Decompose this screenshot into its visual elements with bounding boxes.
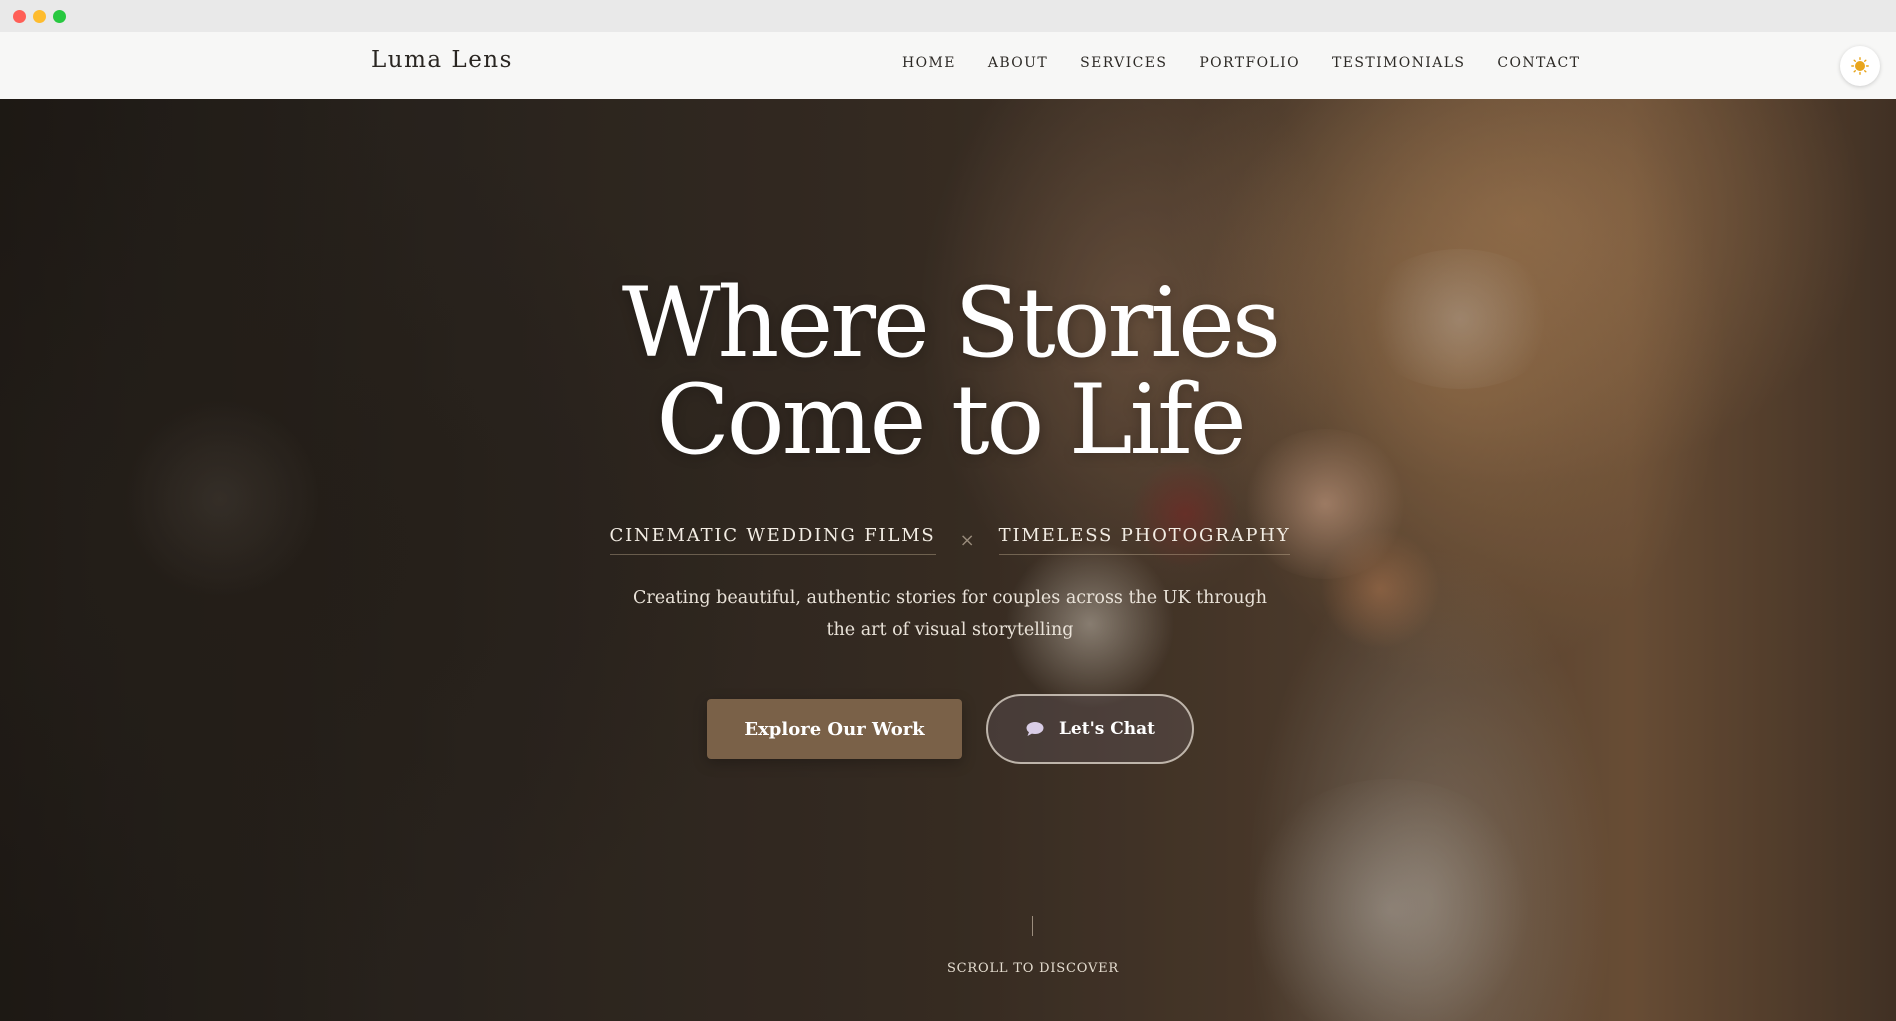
maximize-window-button[interactable] bbox=[53, 10, 66, 23]
nav-testimonials[interactable]: TESTIMONIALS bbox=[1332, 55, 1465, 71]
brand-logo[interactable]: Luma Lens bbox=[371, 47, 513, 73]
hero-subtitles: CINEMATIC WEDDING FILMS × TIMELESS PHOTO… bbox=[0, 525, 1896, 555]
hero-overlay bbox=[0, 99, 1896, 1021]
nav-contact[interactable]: CONTACT bbox=[1497, 55, 1580, 71]
nav-home[interactable]: HOME bbox=[902, 55, 956, 71]
theme-toggle-button[interactable] bbox=[1840, 46, 1880, 86]
close-window-button[interactable] bbox=[13, 10, 26, 23]
chat-bubble-icon bbox=[1026, 722, 1044, 736]
scroll-indicator-line bbox=[1032, 916, 1033, 936]
hero-description-line-2: the art of visual storytelling bbox=[826, 620, 1074, 640]
scroll-to-discover[interactable]: SCROLL TO DISCOVER bbox=[0, 961, 1896, 976]
window-titlebar bbox=[0, 0, 1896, 32]
minimize-window-button[interactable] bbox=[33, 10, 46, 23]
nav-about[interactable]: ABOUT bbox=[988, 55, 1048, 71]
lets-chat-button[interactable]: Let's Chat bbox=[986, 694, 1194, 764]
nav-portfolio[interactable]: PORTFOLIO bbox=[1199, 55, 1300, 71]
main-nav: HOME ABOUT SERVICES PORTFOLIO TESTIMONIA… bbox=[902, 55, 1580, 71]
hero-description: Creating beautiful, authentic stories fo… bbox=[0, 582, 1896, 646]
hero-title-line-1: Where Stories bbox=[621, 267, 1281, 379]
lets-chat-label: Let's Chat bbox=[1058, 719, 1156, 739]
explore-work-button[interactable]: Explore Our Work bbox=[707, 699, 962, 759]
hero-description-line-1: Creating beautiful, authentic stories fo… bbox=[632, 588, 1268, 608]
subtitle-films: CINEMATIC WEDDING FILMS bbox=[609, 525, 936, 555]
hero-section: Where Stories Come to Life CINEMATIC WED… bbox=[0, 99, 1896, 1021]
hero-title-line-2: Come to Life bbox=[656, 364, 1246, 476]
site-header: Luma Lens HOME ABOUT SERVICES PORTFOLIO … bbox=[0, 32, 1896, 99]
nav-services[interactable]: SERVICES bbox=[1080, 55, 1167, 71]
sun-icon bbox=[1851, 57, 1869, 75]
subtitle-photography: TIMELESS PHOTOGRAPHY bbox=[998, 525, 1291, 555]
hero-title: Where Stories Come to Life bbox=[0, 275, 1896, 469]
subtitle-separator: × bbox=[959, 529, 975, 551]
